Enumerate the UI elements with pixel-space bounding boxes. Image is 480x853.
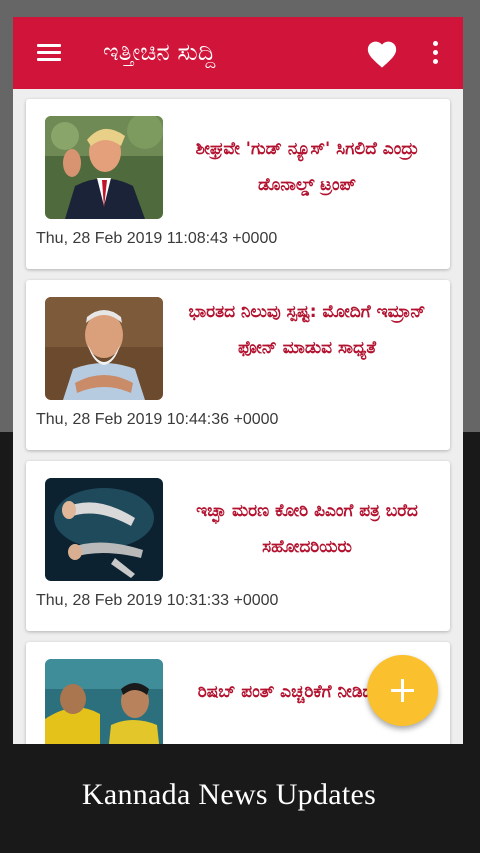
news-thumbnail-image bbox=[45, 659, 163, 744]
heart-icon[interactable] bbox=[365, 37, 399, 69]
news-date: Thu, 28 Feb 2019 10:44:36 +0000 bbox=[36, 411, 279, 428]
hamburger-menu-icon[interactable] bbox=[37, 44, 61, 62]
news-headline: ಇಚ್ಛಾ ಮರಣ ಕೋರಿ ಪಿಎಂಗೆ ಪತ್ರ ಬರೆದ ಸಹೋದರಿಯರ… bbox=[196, 501, 418, 557]
more-vert-icon[interactable] bbox=[431, 41, 439, 67]
news-headline: ಶೀಘ್ರವೇ 'ಗುಡ್ ನ್ಯೂಸ್' ಸಿಗಲಿದೆ ಎಂದ್ರು ಡೊನ… bbox=[195, 139, 419, 195]
news-card[interactable]: ಇಚ್ಛಾ ಮರಣ ಕೋರಿ ಪಿಎಂಗೆ ಪತ್ರ ಬರೆದ ಸಹೋದರಿಯರ… bbox=[26, 461, 450, 631]
news-thumbnail-image bbox=[45, 297, 163, 400]
app-title: ಇತ್ತೀಚಿನ ಸುದ್ದಿ bbox=[103, 38, 216, 66]
plus-icon bbox=[391, 679, 414, 702]
news-thumbnail-image bbox=[45, 116, 163, 219]
app-bar: ಇತ್ತೀಚಿನ ಸುದ್ದಿ bbox=[13, 17, 463, 89]
news-date: Thu, 28 Feb 2019 10:31:33 +0000 bbox=[36, 592, 279, 609]
news-thumbnail-image bbox=[45, 478, 163, 581]
news-date: Thu, 28 Feb 2019 11:08:43 +0000 bbox=[36, 230, 278, 247]
promo-caption: Kannada News Updates bbox=[81, 778, 377, 811]
news-card[interactable]: ಭಾರತದ ನಿಲುವು ಸ್ಪಷ್ಟ: ಮೋದಿಗೆ ಇಮ್ರಾನ್ ಫೋನ್… bbox=[26, 280, 450, 450]
phone-screen: ಇತ್ತೀಚಿನ ಸುದ್ದಿ ಶೀಘ್ರವೇ 'ಗುಡ್ ನ್ಯೂಸ್' ಸಿ… bbox=[13, 17, 463, 744]
add-fab-button[interactable] bbox=[367, 655, 438, 726]
news-headline: ಭಾರತದ ನಿಲುವು ಸ್ಪಷ್ಟ: ಮೋದಿಗೆ ಇಮ್ರಾನ್ ಫೋನ್… bbox=[188, 302, 426, 358]
news-card[interactable]: ಶೀಘ್ರವೇ 'ಗುಡ್ ನ್ಯೂಸ್' ಸಿಗಲಿದೆ ಎಂದ್ರು ಡೊನ… bbox=[26, 99, 450, 269]
